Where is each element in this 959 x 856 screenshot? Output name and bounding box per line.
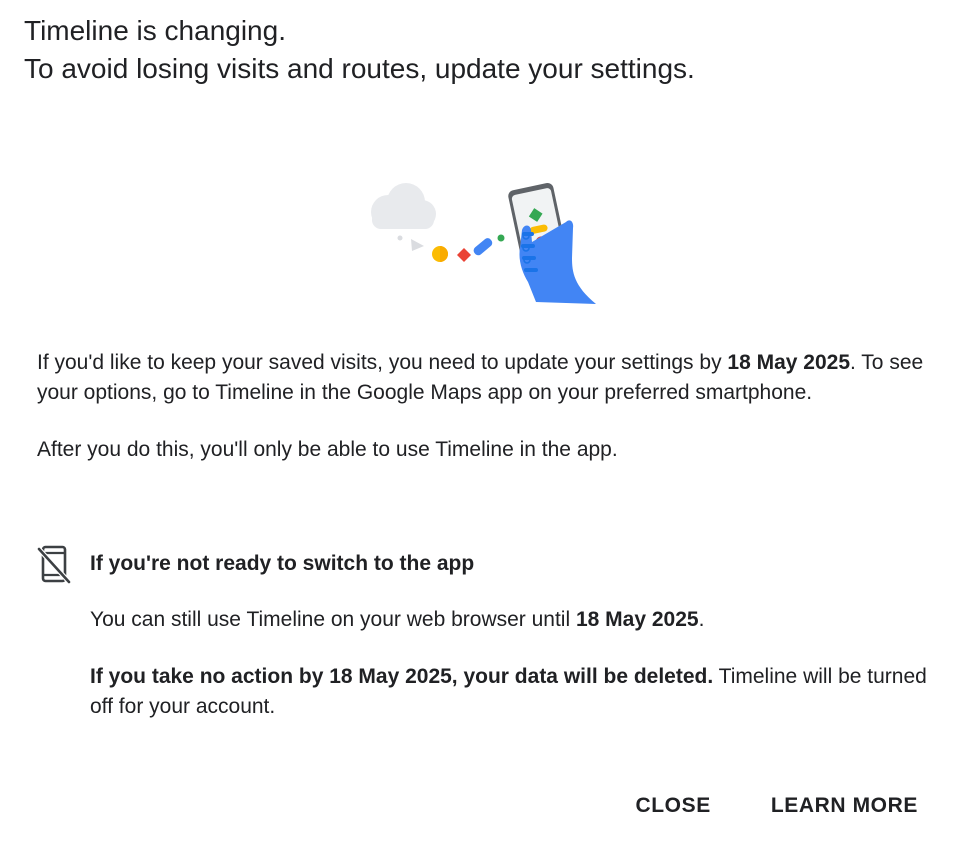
notice-title: If you're not ready to switch to the app bbox=[90, 552, 475, 575]
notice-header: If you're not ready to switch to the app bbox=[37, 543, 937, 585]
dialog-actions: CLOSE LEARN MORE bbox=[635, 788, 918, 824]
para1-deadline-date: 18 May 2025 bbox=[727, 351, 851, 374]
app-only-paragraph: After you do this, you'll only be able t… bbox=[37, 438, 618, 461]
not-ready-notice: If you're not ready to switch to the app… bbox=[37, 543, 937, 722]
dialog-title: Timeline is changing. To avoid losing vi… bbox=[24, 12, 934, 88]
phone-off-icon bbox=[37, 543, 71, 585]
close-button[interactable]: CLOSE bbox=[635, 788, 710, 824]
dialog-title-line-1: Timeline is changing. bbox=[24, 15, 286, 46]
data-deletion-paragraph: If you take no action by 18 May 2025, yo… bbox=[90, 662, 940, 722]
web-browser-text-start: You can still use Timeline on your web b… bbox=[90, 608, 576, 631]
dialog-title-line-2: To avoid losing visits and routes, updat… bbox=[24, 53, 695, 84]
para1-text-start: If you'd like to keep your saved visits,… bbox=[37, 351, 728, 374]
web-browser-paragraph: You can still use Timeline on your web b… bbox=[90, 605, 940, 635]
cloud-to-phone-illustration bbox=[360, 178, 610, 310]
notice-body: You can still use Timeline on your web b… bbox=[90, 605, 940, 722]
timeline-dialog: Timeline is changing. To avoid losing vi… bbox=[0, 0, 959, 856]
learn-more-button[interactable]: LEARN MORE bbox=[771, 788, 918, 824]
data-deletion-warning: If you take no action by 18 May 2025, yo… bbox=[90, 665, 714, 688]
dialog-body: If you'd like to keep your saved visits,… bbox=[37, 348, 927, 465]
web-browser-deadline-date: 18 May 2025 bbox=[575, 608, 699, 631]
web-browser-text-end: . bbox=[698, 608, 705, 631]
update-settings-paragraph: If you'd like to keep your saved visits,… bbox=[37, 348, 927, 408]
